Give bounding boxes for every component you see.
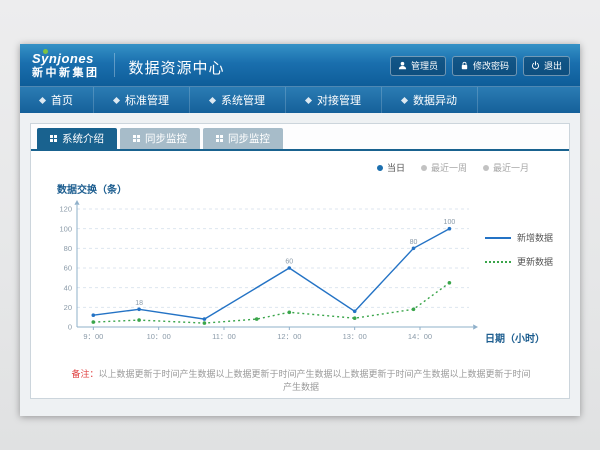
range-filter-legend: 当日 最近一周 最近一月: [47, 161, 555, 174]
power-icon: [531, 61, 540, 70]
chart-section: 当日 最近一周 最近一月 数据交换（条） 0 20 40 60 80 100 120 9：00…: [31, 151, 569, 393]
svg-text:40: 40: [64, 283, 72, 292]
change-password-label: 修改密码: [473, 59, 509, 72]
series-legend: 新增数据 更新数据 日期（小时）: [479, 197, 555, 349]
admin-user-button[interactable]: 管理员: [390, 56, 446, 76]
svg-text:100: 100: [59, 224, 72, 233]
app-header: Synjones 新中新集团 数据资源中心 管理员 修改密码: [20, 44, 580, 86]
logo-green-dot-icon: [43, 49, 48, 54]
dot-icon: [377, 165, 383, 171]
dot-icon: [483, 165, 489, 171]
nav-item-label: 系统管理: [221, 92, 265, 108]
nav-diamond-icon: [305, 96, 312, 103]
nav-diamond-icon: [209, 96, 216, 103]
nav-item-label: 标准管理: [125, 92, 169, 108]
svg-text:13：00: 13：00: [343, 332, 367, 341]
grid-icon: [216, 135, 223, 142]
filter-label: 最近一月: [493, 161, 529, 174]
footnote-label: 备注：: [71, 369, 98, 379]
nav-item-label: 数据异动: [413, 92, 457, 108]
tab-label: 同步监控: [145, 131, 187, 146]
nav-item-connection-mgmt[interactable]: 对接管理: [286, 87, 382, 113]
tab-sync-monitor-2[interactable]: 同步监控: [203, 128, 283, 149]
svg-text:120: 120: [59, 205, 72, 214]
filter-today[interactable]: 当日: [377, 161, 405, 174]
company-logo[interactable]: Synjones 新中新集团: [32, 52, 100, 79]
plot-row: 0 20 40 60 80 100 120 9：00 10：00 11：00 12：00 13：00 1…: [47, 197, 555, 349]
svg-text:10：00: 10：00: [147, 332, 171, 341]
svg-text:80: 80: [64, 244, 72, 253]
line-chart: 0 20 40 60 80 100 120 9：00 10：00 11：00 12：00 13：00 1…: [47, 197, 479, 349]
series-label: 新增数据: [517, 231, 553, 244]
filter-last-month[interactable]: 最近一月: [483, 161, 529, 174]
nav-diamond-icon: [113, 96, 120, 103]
content-area: 系统介绍 同步监控 同步监控 当日: [20, 113, 580, 416]
header-actions: 管理员 修改密码 退出: [390, 56, 570, 76]
filter-label: 当日: [387, 161, 405, 174]
logo-text: Synjones: [32, 52, 100, 65]
series-label: 更新数据: [517, 255, 553, 268]
footnote: 备注：以上数据更新于时间产生数据以上数据更新于时间产生数据以上数据更新于时间产生…: [47, 367, 555, 393]
nav-item-standard-mgmt[interactable]: 标准管理: [94, 87, 190, 113]
tab-bar: 系统介绍 同步监控 同步监控: [31, 124, 569, 151]
tab-sync-monitor-1[interactable]: 同步监控: [120, 128, 200, 149]
nav-diamond-icon: [401, 96, 408, 103]
nav-item-system-mgmt[interactable]: 系统管理: [190, 87, 286, 113]
legend-series-new-data[interactable]: 新增数据: [485, 231, 555, 244]
svg-text:18: 18: [135, 300, 143, 307]
legend-series-updated-data[interactable]: 更新数据: [485, 255, 555, 268]
nav-item-data-change[interactable]: 数据异动: [382, 87, 478, 113]
nav-diamond-icon: [39, 96, 46, 103]
user-icon: [398, 61, 407, 70]
page-background: { "header": { "logo_text": "Synjones", "…: [0, 0, 600, 450]
filter-last-week[interactable]: 最近一周: [421, 161, 467, 174]
nav-item-label: 对接管理: [317, 92, 361, 108]
x-axis-title: 日期（小时）: [485, 330, 555, 345]
svg-text:60: 60: [285, 259, 293, 266]
svg-text:11：00: 11：00: [212, 332, 236, 341]
filter-label: 最近一周: [431, 161, 467, 174]
app-window: Synjones 新中新集团 数据资源中心 管理员 修改密码: [20, 44, 580, 416]
tab-label: 系统介绍: [62, 131, 104, 146]
footnote-text: 以上数据更新于时间产生数据以上数据更新于时间产生数据以上数据更新于时间产生数据以…: [99, 369, 531, 392]
dot-icon: [421, 165, 427, 171]
dotted-line-icon: [485, 261, 511, 263]
lock-icon: [460, 61, 469, 70]
tab-system-intro[interactable]: 系统介绍: [37, 128, 117, 149]
svg-text:12：00: 12：00: [277, 332, 301, 341]
logout-label: 退出: [544, 59, 562, 72]
svg-text:100: 100: [444, 219, 456, 226]
app-title: 数据资源中心: [129, 57, 225, 78]
tab-label: 同步监控: [228, 131, 270, 146]
svg-text:14：00: 14：00: [408, 332, 432, 341]
solid-line-icon: [485, 237, 511, 239]
svg-text:60: 60: [64, 264, 72, 273]
logout-button[interactable]: 退出: [523, 56, 570, 76]
svg-text:0: 0: [68, 323, 72, 332]
svg-text:80: 80: [410, 239, 418, 246]
main-card: 系统介绍 同步监控 同步监控 当日: [30, 123, 570, 399]
grid-icon: [50, 135, 57, 142]
y-axis-title: 数据交换（条）: [57, 181, 555, 196]
logo-subtitle: 新中新集团: [32, 68, 100, 79]
admin-user-label: 管理员: [411, 59, 438, 72]
nav-item-label: 首页: [51, 92, 73, 108]
svg-text:9：00: 9：00: [83, 332, 103, 341]
main-nav: 首页 标准管理 系统管理 对接管理 数据异动: [20, 86, 580, 113]
header-divider: [114, 53, 115, 77]
nav-item-home[interactable]: 首页: [20, 87, 94, 113]
svg-text:20: 20: [64, 303, 72, 312]
grid-icon: [133, 135, 140, 142]
change-password-button[interactable]: 修改密码: [452, 56, 517, 76]
